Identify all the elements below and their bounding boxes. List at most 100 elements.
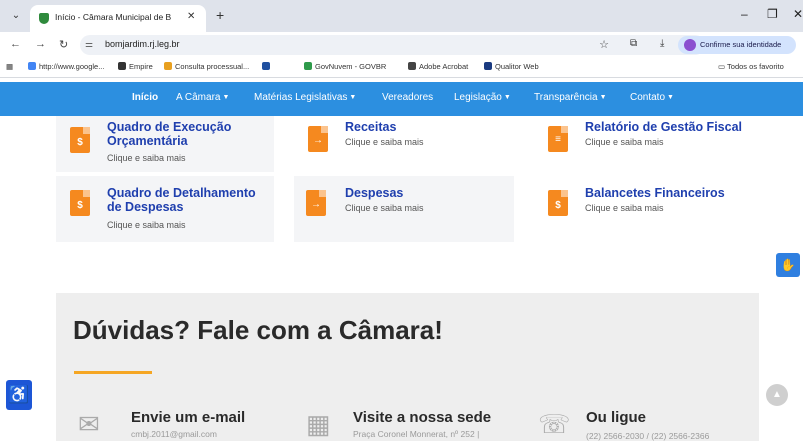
nav-label: A Câmara <box>176 92 221 103</box>
card-balancetes[interactable]: $ Balancetes Financeiros Clique e saiba … <box>534 176 770 242</box>
all-bookmarks-label: Todos os favorito <box>727 62 784 71</box>
download-icon[interactable]: ⤓ <box>660 38 664 49</box>
bookmark-label: GovNuvem - GOVBR <box>315 62 387 71</box>
card-subtitle: Clique e saiba mais <box>345 137 424 147</box>
nav-label: Legislação <box>454 92 502 103</box>
chevron-down-icon: ▼ <box>667 94 674 101</box>
bookmark-site-icon <box>262 62 270 70</box>
card-subtitle: Clique e saiba mais <box>345 203 424 213</box>
building-icon: ▦ <box>306 409 331 439</box>
nav-inicio[interactable]: Início <box>132 92 158 103</box>
card-relatorio-gestao[interactable]: ≡ Relatório de Gestão Fiscal Clique e sa… <box>534 116 770 172</box>
card-quadro-execucao[interactable]: $ Quadro de Execução Orçamentária Clique… <box>56 116 274 172</box>
card-subtitle: Clique e saiba mais <box>107 153 186 163</box>
close-window-button[interactable]: ✕ <box>793 7 803 21</box>
chevron-down-icon[interactable]: ⌄ <box>9 9 23 23</box>
bookmark-label: Consulta processual... <box>175 62 250 71</box>
nav-label: Transparência <box>534 92 598 103</box>
card-title: Balancetes Financeiros <box>585 186 725 200</box>
card-title: Quadro de Detalhamento de Despesas <box>107 186 256 214</box>
document-arrow-icon: → <box>308 126 328 152</box>
minimize-button[interactable]: – <box>741 7 748 21</box>
document-dollar-icon: $ <box>70 190 90 216</box>
card-title: Receitas <box>345 120 397 134</box>
forward-button[interactable]: → <box>35 38 46 50</box>
nav-label: Contato <box>630 92 666 103</box>
tab-title: Início - Câmara Municipal de B <box>55 12 172 22</box>
envelope-icon: ✉ <box>78 409 100 439</box>
card-subtitle: Clique e saiba mais <box>585 203 664 213</box>
browser-toolbar: ← → ↻ ⚌ bomjardim.rj.leg.br ☆ ⧉ ⤓ Confir… <box>0 32 803 58</box>
browser-tab[interactable]: Início - Câmara Municipal de B ✕ <box>30 5 206 32</box>
govnuvem-icon <box>304 62 312 70</box>
bookmark-govnuvem[interactable]: GovNuvem - GOVBR <box>304 62 386 71</box>
close-icon[interactable]: ✕ <box>187 11 195 22</box>
chevron-down-icon: ▼ <box>222 94 230 101</box>
address-bar[interactable]: ⚌ bomjardim.rj.leg.br ☆ <box>80 35 705 55</box>
apps-grid-icon[interactable]: ▦ <box>6 62 13 71</box>
contact-address: Praça Coronel Monnerat, nº 252 | <box>353 429 480 439</box>
bookmark-star-icon[interactable]: ☆ <box>599 38 609 51</box>
chevron-down-icon: ▼ <box>599 94 607 101</box>
identity-label: Confirme sua identidade <box>700 40 782 49</box>
bookmark-label: http://www.google... <box>39 62 105 71</box>
card-title: Despesas <box>345 186 404 200</box>
chevron-up-icon[interactable]: ▲ <box>766 384 788 406</box>
bookmark-label: Adobe Acrobat <box>419 62 469 71</box>
back-button[interactable]: ← <box>10 38 21 50</box>
bookmark-label: Qualitor Web <box>495 62 539 71</box>
browser-tab-bar: ⌄ Início - Câmara Municipal de B ✕ + – ❐… <box>0 0 803 32</box>
bookmark-unnamed[interactable] <box>262 62 273 71</box>
empire-icon <box>118 62 126 70</box>
profile-avatar-icon <box>684 39 696 51</box>
new-tab-button[interactable]: + <box>216 7 224 23</box>
contact-phone[interactable]: (22) 2566-2030 / (22) 2566-2366 <box>586 431 709 441</box>
nav-label: Matérias Legislativas <box>254 92 348 103</box>
qualitor-icon <box>484 62 492 70</box>
extensions-icon[interactable]: ⧉ <box>630 38 637 49</box>
chevron-down-icon: ▼ <box>503 94 511 101</box>
contact-section: Dúvidas? Fale com a Câmara! ✉ Envie um e… <box>56 293 759 441</box>
site-nav: Início A Câmara ▼ Matérias Legislativas ▼ … <box>0 82 803 116</box>
document-list-icon: ≡ <box>548 126 568 152</box>
bookmark-google[interactable]: http://www.google... <box>28 62 104 71</box>
document-arrow-icon: → <box>306 190 326 216</box>
card-title: Relatório de Gestão Fiscal <box>585 120 742 134</box>
card-quadro-detalhamento[interactable]: $ Quadro de Detalhamento de Despesas Cli… <box>56 176 274 242</box>
chevron-down-icon: ▼ <box>349 94 357 101</box>
bookmarks-bar: ▦ http://www.google... Empire Consulta p… <box>0 58 803 78</box>
nav-transparencia[interactable]: Transparência ▼ <box>534 92 607 103</box>
card-despesas[interactable]: → Despesas Clique e saiba mais <box>294 176 514 242</box>
document-dollar-icon: $ <box>70 127 90 153</box>
card-receitas[interactable]: → Receitas Clique e saiba mais <box>294 116 512 172</box>
contact-phone-title: Ou ligue <box>586 409 646 426</box>
accessibility-icon[interactable]: ♿ <box>6 380 32 410</box>
contact-visit-title: Visite a nossa sede <box>353 409 492 426</box>
bookmark-label: Empire <box>129 62 153 71</box>
bookmark-empire[interactable]: Empire <box>118 62 153 71</box>
nav-materias[interactable]: Matérias Legislativas ▼ <box>254 92 356 103</box>
nav-a-camara[interactable]: A Câmara ▼ <box>176 92 229 103</box>
all-bookmarks-folder[interactable]: ▭ Todos os favorito <box>718 62 784 71</box>
bookmark-consulta[interactable]: Consulta processual... <box>164 62 249 71</box>
site-settings-icon[interactable]: ⚌ <box>85 39 93 50</box>
card-subtitle: Clique e saiba mais <box>107 220 186 230</box>
document-dollar-icon: $ <box>548 190 568 216</box>
nav-contato[interactable]: Contato ▼ <box>630 92 674 103</box>
nav-vereadores[interactable]: Vereadores <box>382 92 433 103</box>
restore-button[interactable]: ❐ <box>767 7 778 21</box>
identity-button[interactable]: Confirme sua identidade <box>678 36 796 54</box>
bookmark-qualitor[interactable]: Qualitor Web <box>484 62 539 71</box>
phone-icon: ☏ <box>538 409 571 439</box>
acrobat-icon <box>408 62 416 70</box>
card-subtitle: Clique e saiba mais <box>585 137 664 147</box>
card-title: Quadro de Execução Orçamentária <box>107 120 232 148</box>
folder-icon: ▭ <box>718 62 728 71</box>
bookmark-acrobat[interactable]: Adobe Acrobat <box>408 62 468 71</box>
google-icon <box>28 62 36 70</box>
vlibras-hands-icon[interactable]: ✋ <box>776 253 800 277</box>
nav-legislacao[interactable]: Legislação ▼ <box>454 92 511 103</box>
reload-button[interactable]: ↻ <box>59 38 68 51</box>
address-text[interactable]: bomjardim.rj.leg.br <box>105 39 180 49</box>
contact-email[interactable]: cmbj.2011@gmail.com <box>131 429 217 439</box>
